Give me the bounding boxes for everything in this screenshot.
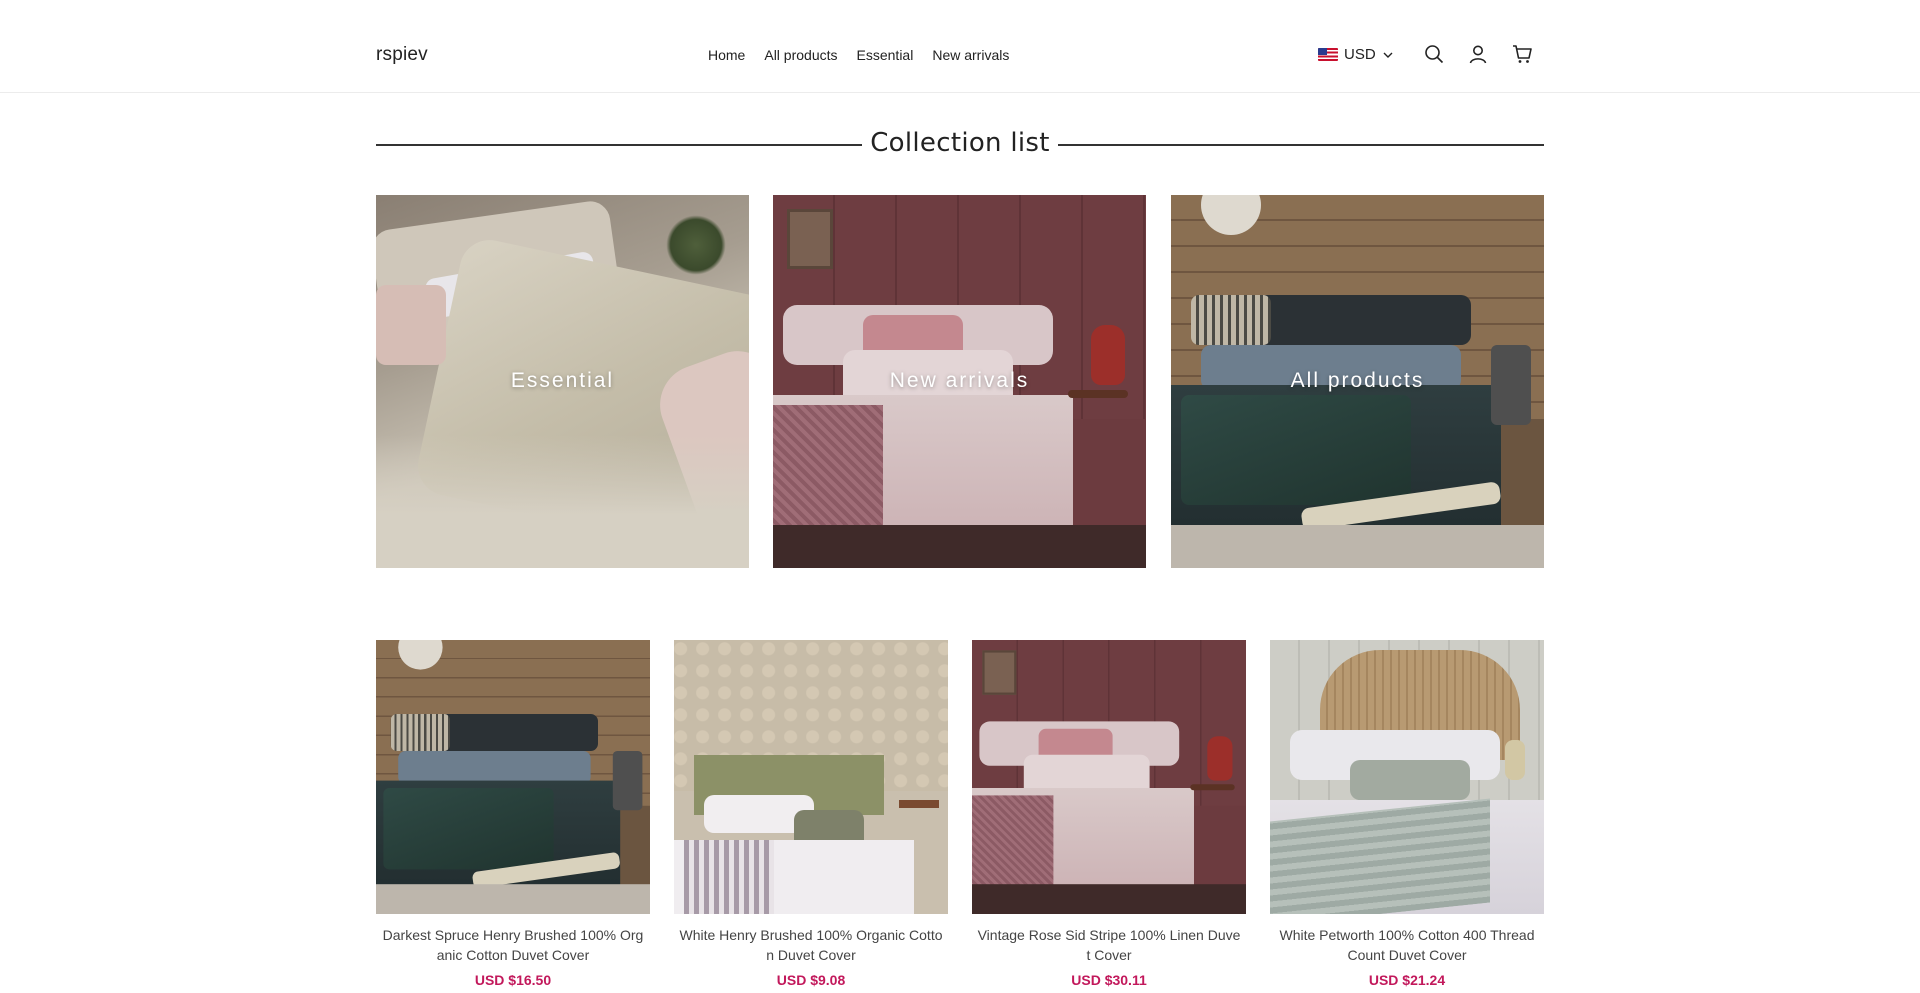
currency-selector[interactable]: USD <box>1318 46 1394 63</box>
nav-home[interactable]: Home <box>708 47 745 63</box>
product-price: USD $9.08 <box>776 972 846 988</box>
product-price: USD $30.11 <box>1071 972 1147 988</box>
collection-card-new-arrivals[interactable]: New arrivals <box>773 195 1146 568</box>
product-price: USD $21.24 <box>1368 972 1446 988</box>
collection-label: All products <box>1290 369 1425 392</box>
product-image[interactable] <box>376 640 650 914</box>
nav-new-arrivals[interactable]: New arrivals <box>932 47 1009 63</box>
main-nav: Home All products Essential New arrivals <box>708 47 1009 63</box>
search-icon[interactable] <box>1423 43 1445 65</box>
product-price: USD $16.50 <box>474 972 552 988</box>
product-card[interactable]: Vintage Rose Sid Stripe 100% Linen Duvet… <box>972 640 1246 988</box>
cart-icon[interactable] <box>1511 43 1533 65</box>
nav-all-products[interactable]: All products <box>764 47 837 63</box>
collection-label: Essential <box>510 369 615 392</box>
heading-divider-left <box>376 144 862 146</box>
product-title[interactable]: White Henry Brushed 100% Organic Cotton … <box>674 925 948 965</box>
product-image[interactable] <box>1270 640 1544 914</box>
currency-label: USD <box>1344 46 1376 63</box>
product-image[interactable] <box>972 640 1246 914</box>
section-title: Collection list <box>870 128 1050 158</box>
product-card[interactable]: White Petworth 100% Cotton 400 Thread Co… <box>1270 640 1544 988</box>
collection-label: New arrivals <box>889 369 1030 392</box>
chevron-down-icon <box>1383 52 1393 58</box>
product-title[interactable]: White Petworth 100% Cotton 400 Thread Co… <box>1270 925 1544 965</box>
product-title[interactable]: Vintage Rose Sid Stripe 100% Linen Duvet… <box>972 925 1246 965</box>
account-icon[interactable] <box>1467 43 1489 65</box>
product-card[interactable]: Darkest Spruce Henry Brushed 100% Organi… <box>376 640 650 988</box>
heading-divider-right <box>1058 144 1544 146</box>
us-flag-icon <box>1318 48 1338 61</box>
product-card[interactable]: White Henry Brushed 100% Organic Cotton … <box>674 640 948 988</box>
product-image[interactable] <box>674 640 948 914</box>
site-logo[interactable]: rspiev <box>376 44 428 66</box>
site-header: rspiev Home All products Essential New a… <box>0 0 1920 93</box>
collection-card-essential[interactable]: Essential <box>376 195 749 568</box>
collection-card-all-products[interactable]: All products <box>1171 195 1544 568</box>
product-title[interactable]: Darkest Spruce Henry Brushed 100% Organi… <box>376 925 650 965</box>
nav-essential[interactable]: Essential <box>857 47 914 63</box>
collection-list-heading: Collection list <box>376 128 1544 162</box>
